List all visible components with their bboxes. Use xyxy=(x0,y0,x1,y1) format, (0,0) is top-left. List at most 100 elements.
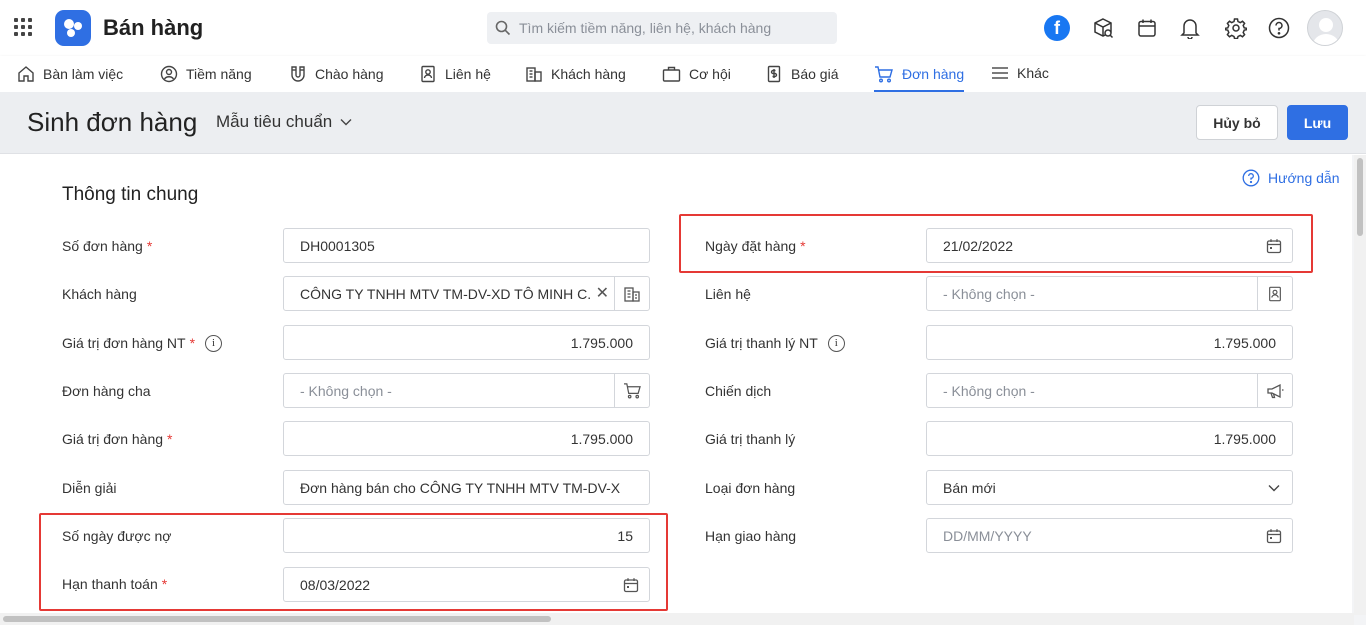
chevron-down-icon[interactable] xyxy=(1264,478,1284,498)
nav-item-opportunities[interactable]: Cơ hội xyxy=(662,56,731,92)
section-title: Thông tin chung xyxy=(62,184,199,205)
campaign-input[interactable] xyxy=(927,374,1257,407)
contact-field[interactable] xyxy=(926,276,1293,311)
parent-order-field[interactable] xyxy=(283,373,650,408)
liquidation-input[interactable] xyxy=(927,422,1292,455)
nav-item-more[interactable]: Khác xyxy=(991,55,1049,91)
global-search[interactable] xyxy=(487,12,837,44)
facebook-icon[interactable]: f xyxy=(1044,15,1070,41)
campaign-picker-button[interactable] xyxy=(1257,374,1292,407)
guide-label: Hướng dẫn xyxy=(1268,170,1340,186)
nav-label: Cơ hội xyxy=(689,66,731,82)
search-icon xyxy=(495,20,511,36)
close-icon[interactable]: ✕ xyxy=(596,283,609,303)
contact-card-icon xyxy=(421,65,435,83)
order-value-field[interactable] xyxy=(283,421,650,456)
cart-icon xyxy=(623,383,641,399)
nav-label: Bàn làm việc xyxy=(43,66,124,82)
nav-label: Chào hàng xyxy=(315,66,384,82)
payment-terms-highlight xyxy=(39,513,668,611)
customer-picker-button[interactable] xyxy=(614,277,649,310)
nav-label: Liên hệ xyxy=(445,66,491,82)
menu-icon xyxy=(992,67,1008,79)
app-launcher-icon[interactable] xyxy=(14,18,34,38)
cart-icon xyxy=(875,66,893,83)
nav-item-leads[interactable]: Tiềm năng xyxy=(160,56,252,92)
parent-order-input[interactable] xyxy=(284,374,614,407)
parent-order-label: Đơn hàng cha xyxy=(62,383,151,399)
contact-picker-button[interactable] xyxy=(1257,277,1292,310)
template-label: Mẫu tiêu chuẩn xyxy=(216,112,333,131)
nav-label: Khác xyxy=(1017,65,1049,81)
liquidation-nt-input[interactable] xyxy=(927,326,1292,359)
order-type-value[interactable] xyxy=(927,471,1257,504)
order-type-select[interactable] xyxy=(926,470,1293,505)
main-nav: Bàn làm việc Tiềm năng Chào hàng Liên hệ… xyxy=(0,56,1366,92)
nav-label: Báo giá xyxy=(791,66,839,82)
home-icon xyxy=(18,66,34,82)
info-icon[interactable]: i xyxy=(827,334,845,352)
scrollbar-thumb[interactable] xyxy=(1357,158,1363,236)
person-icon xyxy=(160,65,178,83)
campaign-field[interactable] xyxy=(926,373,1293,408)
help-icon xyxy=(1242,169,1260,187)
cancel-button[interactable]: Hủy bỏ xyxy=(1196,105,1278,140)
info-icon[interactable]: i xyxy=(205,334,223,352)
order-no-field[interactable] xyxy=(283,228,650,263)
guide-link[interactable]: Hướng dẫn xyxy=(1242,169,1339,187)
briefcase-icon xyxy=(662,66,681,82)
avatar[interactable] xyxy=(1307,10,1343,46)
calendar-icon[interactable] xyxy=(1133,14,1161,42)
nav-item-customers[interactable]: Khách hàng xyxy=(525,56,626,92)
bell-icon[interactable] xyxy=(1176,14,1204,42)
scrollbar-thumb[interactable] xyxy=(3,616,551,622)
building-icon xyxy=(624,286,640,302)
nav-item-quotes[interactable]: Báo giá xyxy=(765,56,838,92)
contact-card-icon xyxy=(1269,286,1281,301)
search-input[interactable] xyxy=(519,12,829,44)
save-button[interactable]: Lưu xyxy=(1287,105,1348,140)
order-value-nt-input[interactable] xyxy=(284,326,649,359)
parent-order-picker-button[interactable] xyxy=(614,374,649,407)
nav-label: Khách hàng xyxy=(551,66,626,82)
contact-input[interactable] xyxy=(927,277,1257,310)
app-logo xyxy=(55,10,91,46)
order-no-label: Số đơn hàng * xyxy=(62,238,153,254)
delivery-date-input[interactable] xyxy=(927,519,1257,552)
megaphone-icon xyxy=(1267,383,1284,398)
description-input[interactable] xyxy=(284,471,649,504)
nav-item-desk[interactable]: Bàn làm việc xyxy=(17,56,123,92)
liquidation-nt-field[interactable] xyxy=(926,325,1293,360)
nav-item-contacts[interactable]: Liên hệ xyxy=(419,56,491,92)
contact-label: Liên hệ xyxy=(705,286,751,302)
package-search-icon[interactable] xyxy=(1089,14,1117,42)
order-value-nt-label: Giá trị đơn hàng NT * i xyxy=(62,333,223,353)
delivery-date-field[interactable] xyxy=(926,518,1293,553)
nav-label: Đơn hàng xyxy=(902,66,965,82)
page-title: Sinh đơn hàng xyxy=(27,107,198,137)
horizontal-scrollbar[interactable] xyxy=(0,613,1354,625)
magnet-icon xyxy=(291,66,305,82)
calendar-icon[interactable] xyxy=(1264,526,1284,546)
customer-field[interactable]: ✕ xyxy=(283,276,650,311)
app-title: Bán hàng xyxy=(103,15,204,40)
delivery-date-label: Hạn giao hàng xyxy=(705,528,797,544)
order-value-nt-field[interactable] xyxy=(283,325,650,360)
quote-icon xyxy=(767,65,781,83)
order-value-input[interactable] xyxy=(284,422,649,455)
order-date-highlight xyxy=(679,214,1313,273)
liquidation-field[interactable] xyxy=(926,421,1293,456)
template-selector[interactable]: Mẫu tiêu chuẩn xyxy=(216,112,352,132)
nav-label: Tiềm năng xyxy=(186,66,252,82)
page-header xyxy=(0,92,1366,154)
description-label: Diễn giải xyxy=(62,480,117,496)
order-no-input[interactable] xyxy=(284,229,649,262)
help-icon[interactable] xyxy=(1265,14,1293,42)
gear-icon[interactable] xyxy=(1222,14,1250,42)
liquidation-label: Giá trị thanh lý xyxy=(705,431,796,447)
vertical-scrollbar[interactable] xyxy=(1354,155,1366,615)
nav-item-offers[interactable]: Chào hàng xyxy=(289,56,384,92)
nav-item-orders[interactable]: Đơn hàng xyxy=(874,56,965,92)
customer-input[interactable] xyxy=(284,277,594,310)
description-field[interactable] xyxy=(283,470,650,505)
